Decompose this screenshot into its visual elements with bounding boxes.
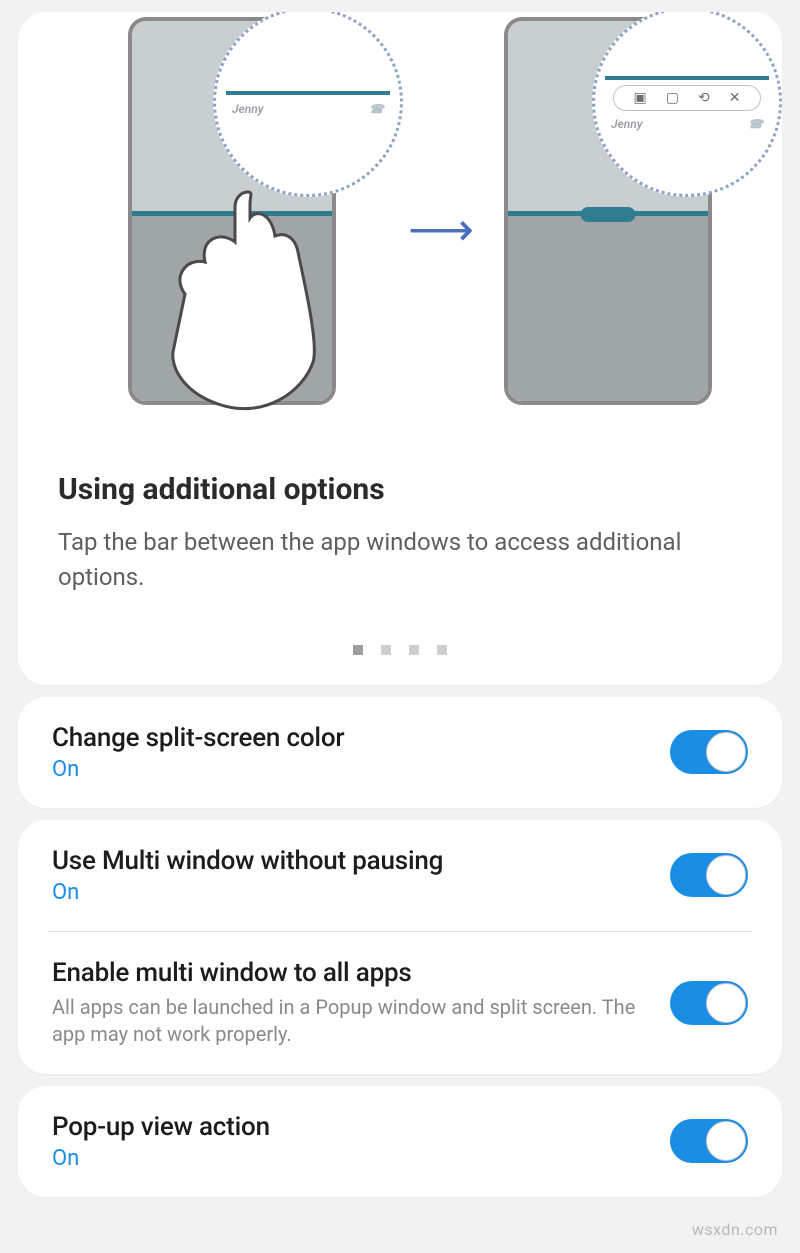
toolbar-window-icon: ▢ xyxy=(666,90,679,106)
toggle-switch[interactable] xyxy=(670,981,748,1025)
tutorial-card: Jenny ☎ ⟶ ▣ ▢ ⟲ ✕ Jenny xyxy=(18,12,782,685)
setting-change-split-color[interactable]: Change split-screen color On xyxy=(18,697,782,808)
split-screen-handle-icon xyxy=(581,207,636,222)
setting-popup-view-action[interactable]: Pop-up view action On xyxy=(18,1086,782,1197)
tutorial-title: Using additional options xyxy=(58,472,742,507)
magnifier-right: ▣ ▢ ⟲ ✕ Jenny ☎ xyxy=(592,12,782,197)
page-dot[interactable] xyxy=(437,645,447,655)
toolbar-close-icon: ✕ xyxy=(729,90,741,106)
magnifier-left: Jenny ☎ xyxy=(213,12,403,197)
setting-title: Use Multi window without pausing xyxy=(52,846,650,876)
phone-call-icon: ☎ xyxy=(748,117,763,131)
setting-title: Change split-screen color xyxy=(52,723,650,753)
page-dot[interactable] xyxy=(409,645,419,655)
toggle-switch[interactable] xyxy=(670,730,748,774)
setting-description: All apps can be launched in a Popup wind… xyxy=(52,994,650,1048)
toggle-switch[interactable] xyxy=(670,853,748,897)
setting-status: On xyxy=(52,757,650,782)
page-dot[interactable] xyxy=(353,645,363,655)
setting-title: Pop-up view action xyxy=(52,1112,650,1142)
setting-status: On xyxy=(52,1146,650,1171)
setting-card: Use Multi window without pausing On Enab… xyxy=(18,820,782,1074)
toggle-switch[interactable] xyxy=(670,1119,748,1163)
tutorial-description: Tap the bar between the app windows to a… xyxy=(58,525,742,595)
setting-card: Pop-up view action On xyxy=(18,1086,782,1197)
watermark: wsxdn.com xyxy=(692,1220,778,1239)
setting-multi-window-no-pause[interactable]: Use Multi window without pausing On xyxy=(18,820,782,931)
toolbar-swap-icon: ⟲ xyxy=(698,90,710,106)
phone-call-icon: ☎ xyxy=(369,102,384,116)
arrow-right-icon: ⟶ xyxy=(408,207,474,253)
page-indicator xyxy=(18,645,782,655)
setting-card: Change split-screen color On xyxy=(18,697,782,808)
split-toolbar: ▣ ▢ ⟲ ✕ xyxy=(613,85,761,111)
magnifier-left-label: Jenny xyxy=(232,102,264,116)
magnifier-right-label: Jenny xyxy=(611,117,643,131)
toolbar-snap-icon: ▣ xyxy=(634,90,647,106)
setting-enable-multi-window-all[interactable]: Enable multi window to all apps All apps… xyxy=(18,932,782,1074)
setting-status: On xyxy=(52,880,650,905)
setting-title: Enable multi window to all apps xyxy=(52,958,650,988)
page-dot[interactable] xyxy=(381,645,391,655)
tutorial-illustration: Jenny ☎ ⟶ ▣ ▢ ⟲ ✕ Jenny xyxy=(18,12,782,412)
